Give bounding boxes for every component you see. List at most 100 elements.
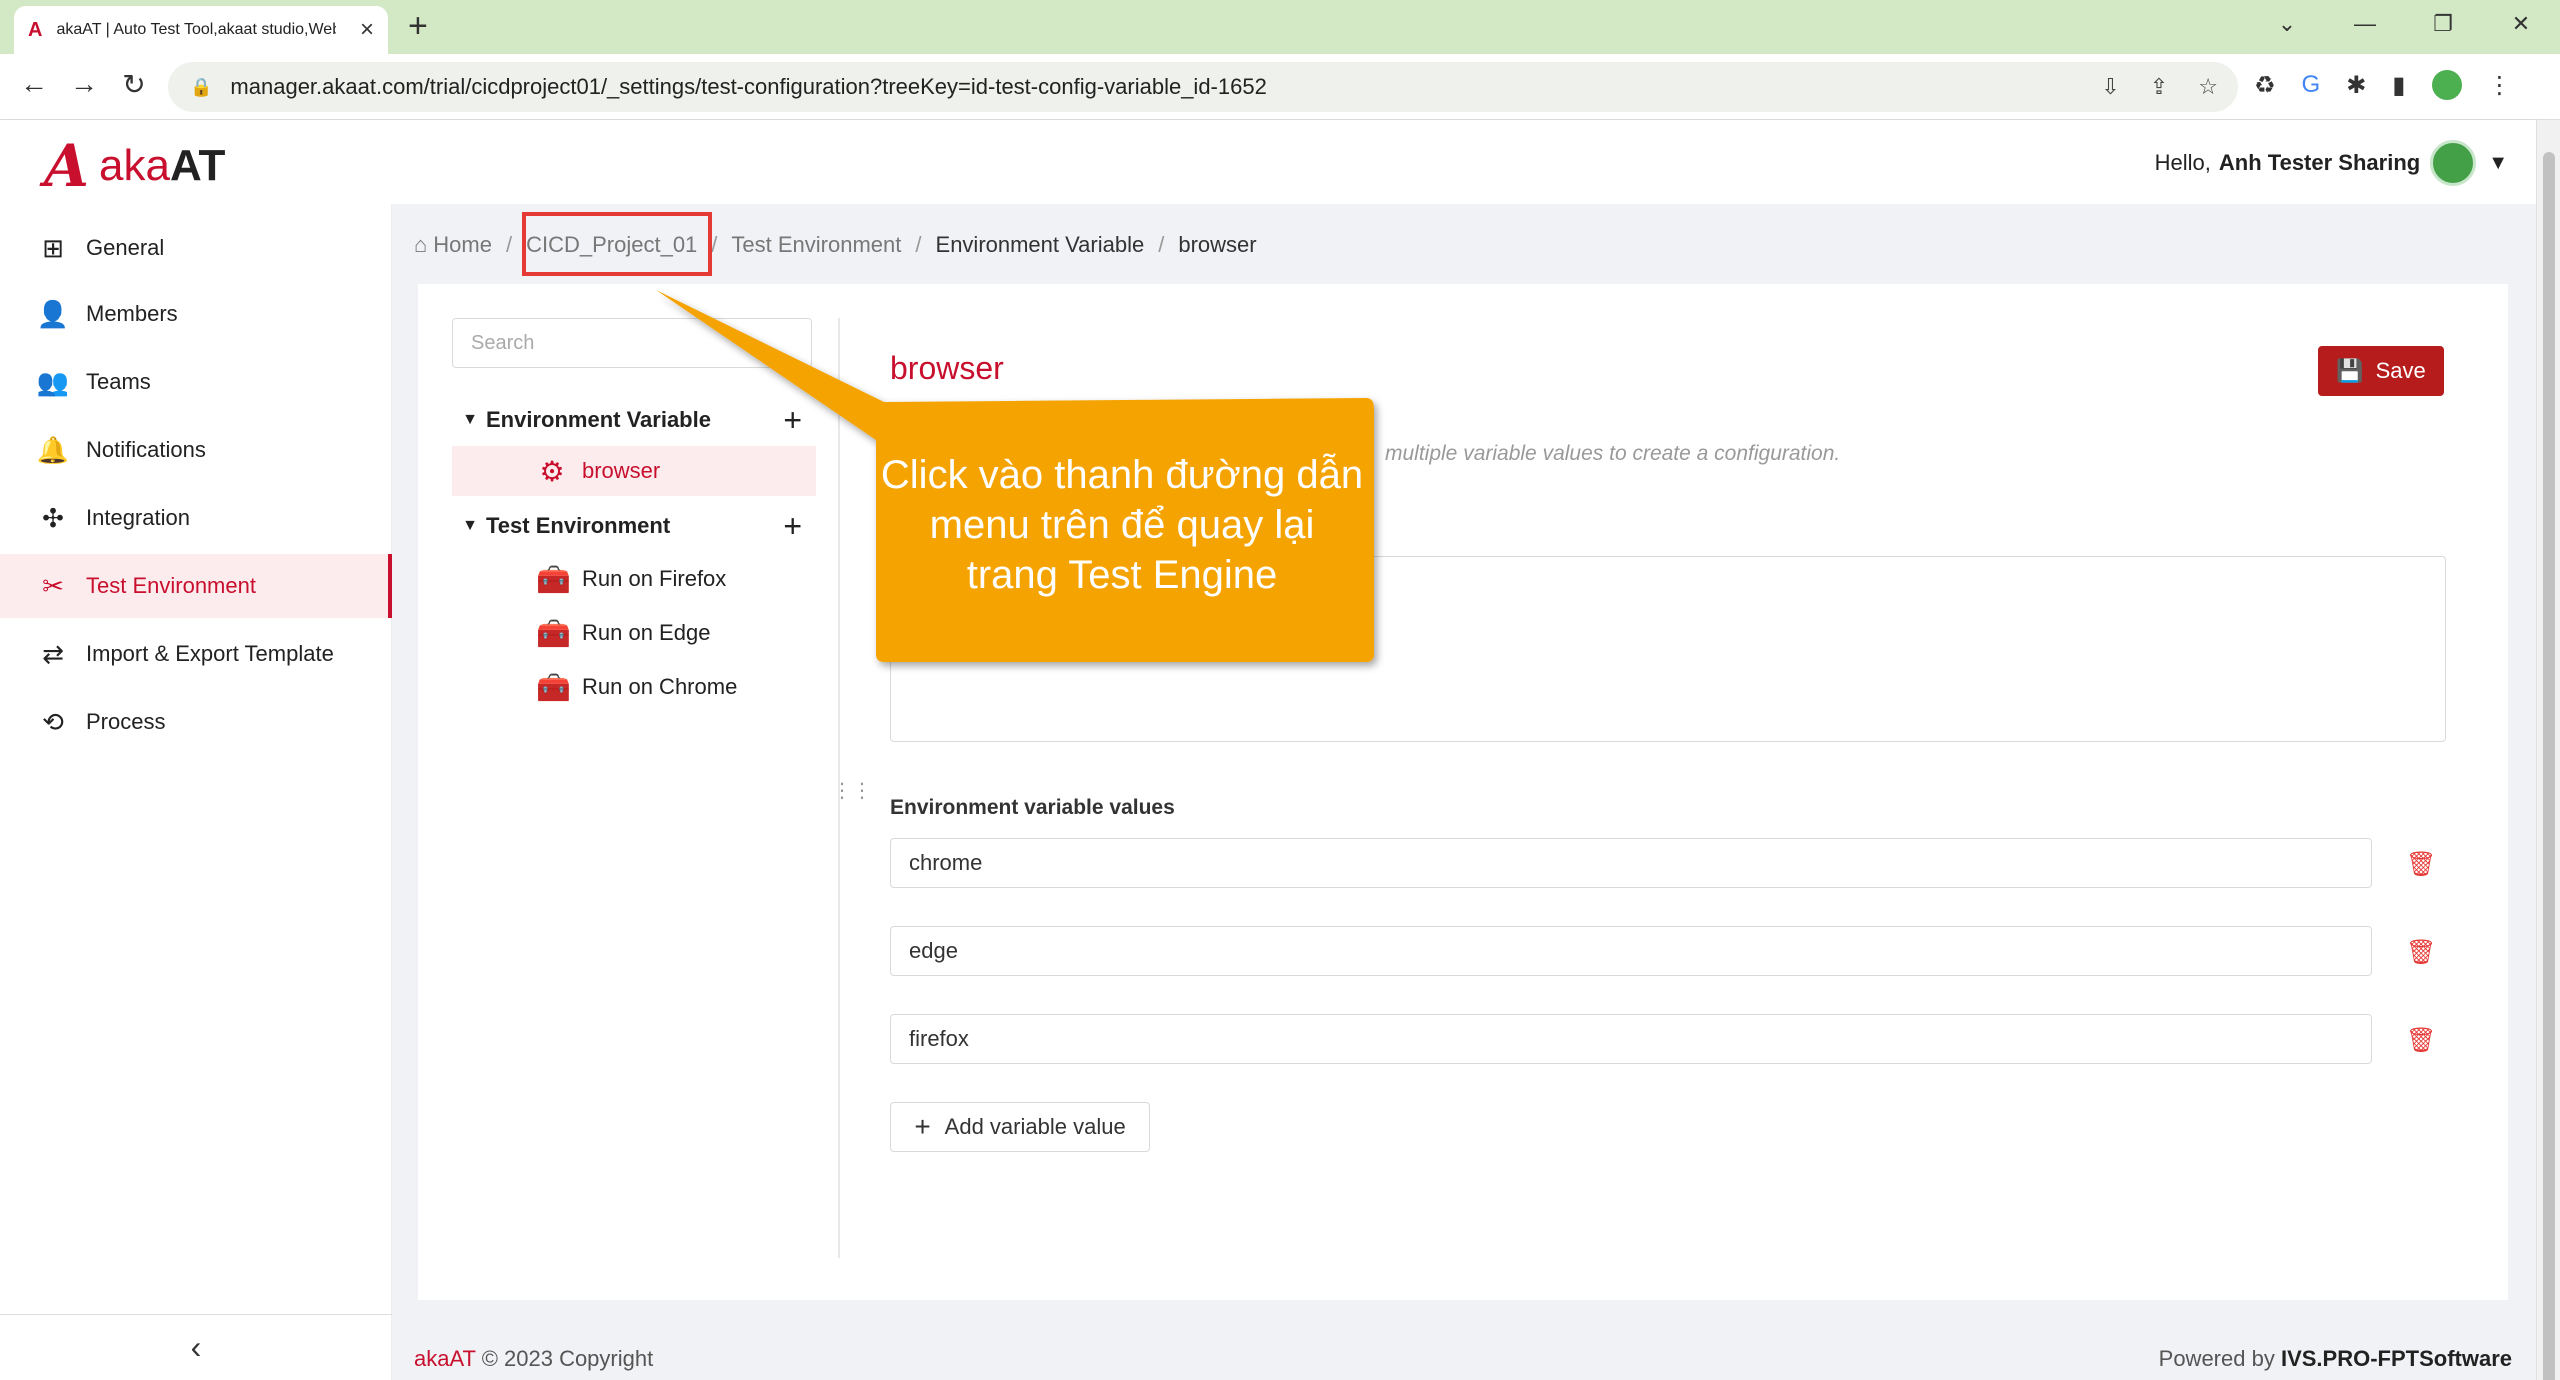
add-icon[interactable]: +: [783, 508, 802, 545]
footer-copyright-text: © 2023 Copyright: [481, 1346, 654, 1371]
toolbox-icon: 🧰: [536, 617, 571, 649]
tree-item-label: browser: [582, 458, 661, 483]
close-tab-icon[interactable]: ×: [360, 16, 374, 44]
address-bar[interactable]: 🔒 manager.akaat.com/trial/cicdproject01/…: [168, 62, 2238, 112]
reload-icon[interactable]: ↻: [116, 68, 152, 101]
translate-extension-icon[interactable]: G: [2302, 71, 2321, 99]
url-text: manager.akaat.com/trial/cicdproject01/_s…: [230, 74, 1267, 99]
puzzle-extension-icon[interactable]: ✱: [2346, 71, 2366, 100]
tree-group-environment-variable[interactable]: ▼ Environment Variable +: [452, 394, 816, 446]
close-window-button[interactable]: ✕: [2482, 0, 2560, 48]
tools-icon: ✂: [42, 570, 64, 601]
trash-icon[interactable]: 🗑: [2406, 938, 2436, 967]
tree-group-label: Test Environment: [486, 513, 671, 538]
caret-down-icon[interactable]: ▼: [454, 517, 486, 535]
sidebar-item-label: Members: [86, 301, 178, 326]
back-icon[interactable]: ←: [16, 68, 52, 100]
caret-down-icon[interactable]: ▼: [2488, 152, 2508, 175]
sidebar-item-integration[interactable]: ✣ Integration: [0, 486, 392, 550]
restore-button[interactable]: ❐: [2404, 0, 2482, 48]
teams-icon: 👥: [36, 366, 70, 397]
home-icon[interactable]: ⌂: [414, 232, 427, 258]
sidebar-item-process[interactable]: ⟲ Process: [0, 690, 392, 754]
browser-menu-icon[interactable]: ⋮: [2488, 71, 2512, 100]
side-panel-icon[interactable]: ▮: [2392, 71, 2405, 100]
sidebar-collapse-button[interactable]: ‹: [0, 1314, 392, 1380]
toolbox-icon: 🧰: [536, 671, 571, 703]
sidebar-item-label: Teams: [86, 369, 151, 394]
breadcrumb-current: browser: [1178, 232, 1257, 257]
grid-icon: ⊞: [42, 232, 64, 263]
members-icon: 👤: [36, 298, 70, 329]
favicon-icon: A: [28, 18, 43, 41]
tree-search-input[interactable]: Search: [452, 318, 812, 368]
akaat-logo[interactable]: A akaAT: [44, 132, 225, 200]
variable-value-text: edge: [909, 938, 958, 963]
logo-aka: aka: [99, 141, 170, 190]
tree-item-run-on-edge[interactable]: 🧰 Run on Edge: [452, 608, 816, 658]
caret-down-icon[interactable]: ▼: [454, 411, 486, 429]
tab-search-icon[interactable]: ⌄: [2248, 0, 2326, 48]
sidebar-item-test-environment[interactable]: ✂ Test Environment: [0, 554, 392, 618]
browser-tab[interactable]: A akaAT | Auto Test Tool,akaat studio,We…: [14, 6, 388, 54]
user-name: Anh Tester Sharing: [2218, 150, 2421, 175]
add-variable-value-button[interactable]: + Add variable value: [890, 1102, 1150, 1152]
sidebar-item-notifications[interactable]: 🔔 Notifications: [0, 418, 392, 482]
trash-icon[interactable]: 🗑: [2406, 850, 2436, 879]
breadcrumb-environment-variable[interactable]: Environment Variable: [936, 232, 1145, 258]
app-header: A akaAT Hello, Anh Tester Sharing ▼: [0, 120, 2536, 204]
add-icon[interactable]: +: [783, 402, 802, 439]
tree-group-test-environment[interactable]: ▼ Test Environment +: [452, 500, 816, 552]
scroll-thumb[interactable]: [2543, 152, 2555, 1380]
sidebar-item-label: Notifications: [86, 437, 206, 462]
sidebar-item-general[interactable]: ⊞ General: [0, 216, 392, 280]
greeting: Hello,: [2154, 150, 2211, 175]
variable-value-input[interactable]: firefox: [890, 1014, 2372, 1064]
logo-mark: A: [44, 132, 90, 200]
sidebar-item-import-export[interactable]: ⇄ Import & Export Template: [0, 622, 392, 686]
bookmark-star-icon[interactable]: ☆: [2198, 74, 2218, 100]
sidebar-item-label: General: [86, 235, 165, 260]
variable-value-input[interactable]: edge: [890, 926, 2372, 976]
save-button[interactable]: 💾 Save: [2318, 346, 2444, 396]
extensions-area: ♻ G ✱ ▮ ⋮: [2254, 70, 2512, 100]
variable-value-text: chrome: [909, 850, 983, 875]
save-label: Save: [2375, 358, 2426, 383]
breadcrumb-separator: /: [915, 232, 922, 257]
profile-avatar[interactable]: [2431, 70, 2462, 100]
sidebar-item-teams[interactable]: 👥 Teams: [0, 350, 392, 414]
tree-item-label: Run on Edge: [582, 620, 711, 645]
tree-item-browser[interactable]: ⚙ browser: [452, 446, 816, 496]
user-avatar[interactable]: [2430, 140, 2477, 186]
tree-panel: Search ▼ Environment Variable + ⚙ browse…: [452, 318, 816, 703]
share-icon[interactable]: ⇪: [2150, 74, 2168, 100]
sidebar-item-label: Test Environment: [86, 573, 256, 598]
sidebar: ⊞ General 👤 Members 👥 Teams 🔔 Notificati…: [0, 204, 392, 1380]
callout-text: Click vào thanh đường dẫn menu trên để q…: [880, 453, 1364, 597]
add-variable-label: Add variable value: [944, 1114, 1126, 1139]
save-icon: 💾: [2336, 358, 2364, 383]
forward-icon[interactable]: →: [66, 68, 102, 100]
new-tab-button[interactable]: +: [408, 8, 428, 44]
install-icon[interactable]: ⇩: [2101, 74, 2119, 100]
logo-at: AT: [169, 141, 226, 190]
process-icon: ⟲: [42, 706, 64, 737]
breadcrumb-test-environment[interactable]: Test Environment: [731, 232, 901, 258]
breadcrumb-home[interactable]: Home: [433, 232, 492, 258]
breadcrumb-separator: /: [1158, 232, 1165, 257]
tree-item-run-on-chrome[interactable]: 🧰 Run on Chrome: [452, 662, 816, 712]
tree-item-run-on-firefox[interactable]: 🧰 Run on Firefox: [452, 554, 816, 604]
tab-title: akaAT | Auto Test Tool,akaat studio,Web: [56, 21, 337, 38]
variable-value-input[interactable]: chrome: [890, 838, 2372, 888]
bell-icon: 🔔: [36, 434, 70, 465]
minimize-button[interactable]: —: [2326, 0, 2404, 48]
user-menu[interactable]: Hello, Anh Tester Sharing ▼: [2155, 140, 2508, 186]
recycle-extension-icon[interactable]: ♻: [2254, 71, 2276, 100]
trash-icon[interactable]: 🗑: [2406, 1026, 2436, 1055]
drag-handle-icon[interactable]: ⋮⋮: [832, 778, 872, 803]
sidebar-item-members[interactable]: 👤 Members: [0, 282, 392, 346]
chevron-left-icon: ‹: [190, 1329, 202, 1365]
page-scrollbar[interactable]: [2536, 120, 2560, 1380]
breadcrumb-separator: /: [711, 232, 718, 257]
plus-icon: +: [914, 1111, 931, 1142]
